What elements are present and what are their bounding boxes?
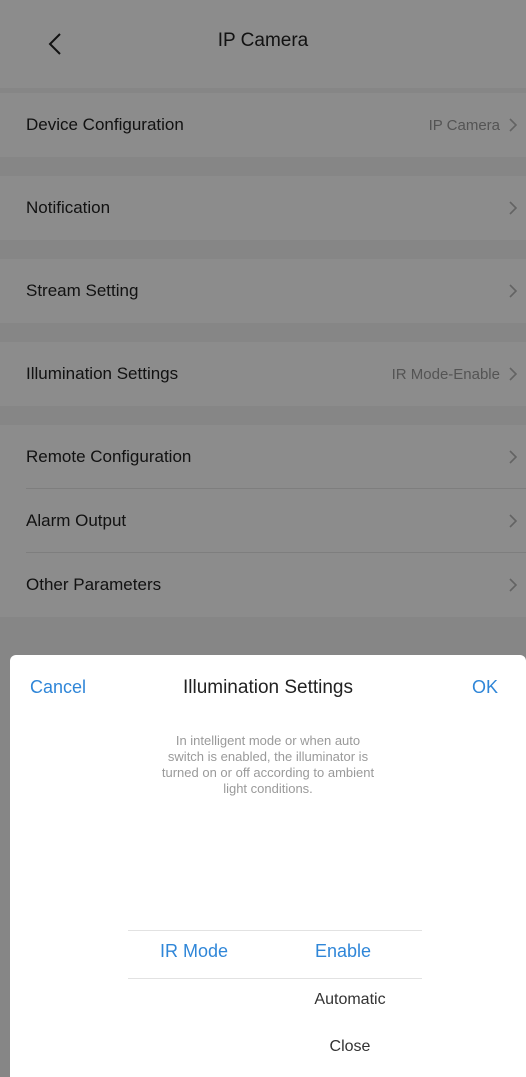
sheet-hint-text: In intelligent mode or when auto switch … — [161, 733, 375, 796]
picker-top-divider — [128, 930, 422, 931]
sheet-title: Illumination Settings — [182, 677, 354, 698]
picker-option-automatic[interactable]: Automatic — [290, 991, 410, 1009]
picker-state-selected[interactable]: Enable — [315, 941, 371, 962]
picker-option-close[interactable]: Close — [290, 1038, 410, 1056]
ok-button[interactable]: OK — [472, 677, 498, 698]
picker-mode-selected[interactable]: IR Mode — [160, 941, 228, 962]
illumination-settings-sheet: Cancel Illumination Settings OK In intel… — [10, 655, 526, 1077]
picker-bottom-divider — [128, 978, 422, 979]
